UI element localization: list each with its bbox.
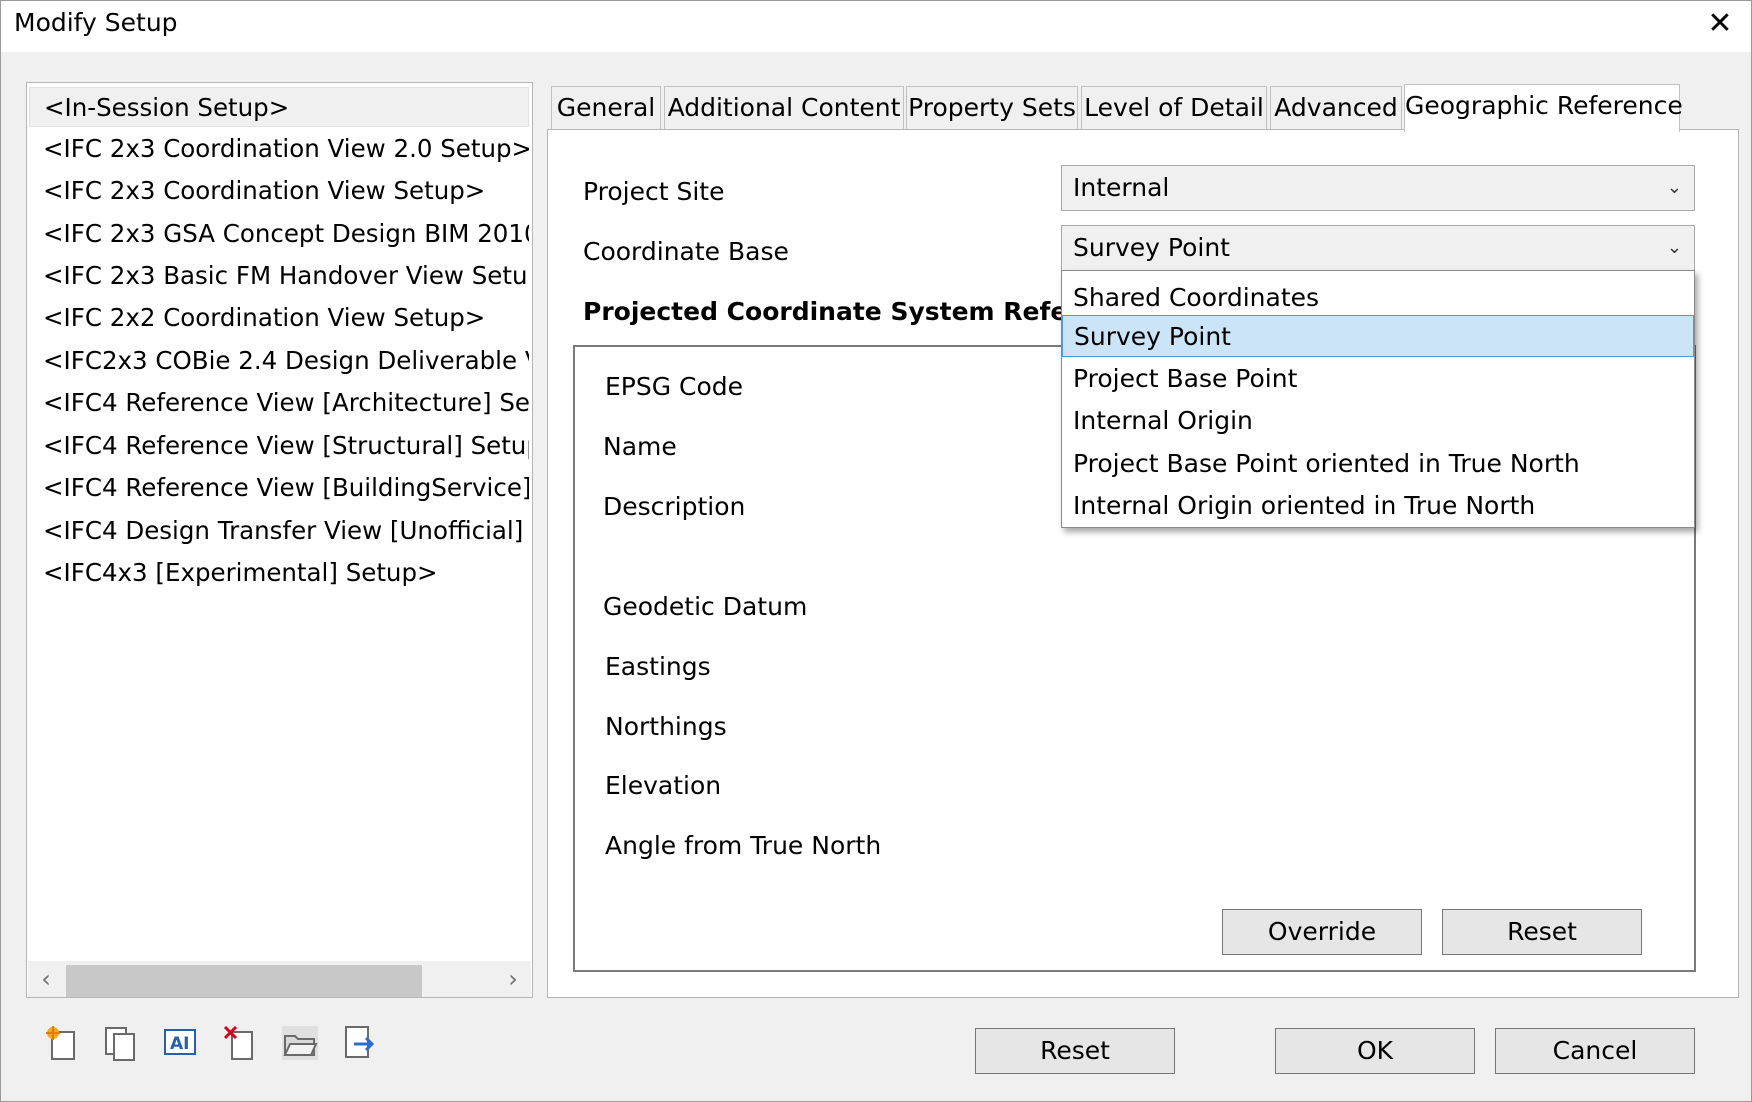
tab-property-sets[interactable]: Property Sets: [906, 86, 1078, 130]
dropdown-option[interactable]: Project Base Point oriented in True Nort…: [1062, 443, 1694, 485]
pcs-reset-button[interactable]: Reset: [1442, 909, 1642, 955]
setup-item[interactable]: <IFC 2x2 Coordination View Setup>: [29, 298, 529, 338]
tab-advanced[interactable]: Advanced: [1270, 86, 1402, 130]
tab-general[interactable]: General: [551, 86, 661, 130]
svg-text:AI: AI: [170, 1034, 189, 1054]
chevron-down-icon: ⌄: [1666, 237, 1682, 258]
dropdown-option[interactable]: Project Base Point: [1062, 358, 1694, 400]
setup-item[interactable]: <IFC2x3 COBie 2.4 Design Deliverable Vie…: [29, 341, 529, 381]
tab-additional-content[interactable]: Additional Content: [664, 86, 904, 130]
setup-item[interactable]: <In-Session Setup>: [29, 87, 529, 127]
setup-item[interactable]: <IFC4 Reference View [Architecture] Setu…: [29, 383, 529, 423]
scroll-left-icon[interactable]: ‹: [28, 961, 64, 997]
epsg-code-label: EPSG Code: [605, 372, 744, 401]
tab-level-of-detail[interactable]: Level of Detail: [1081, 86, 1267, 130]
setup-item[interactable]: <IFC4 Reference View [Structural] Setup>: [29, 426, 529, 466]
coordinate-base-dropdown[interactable]: Shared Coordinates Survey Point Project …: [1061, 270, 1695, 528]
project-site-label: Project Site: [583, 177, 725, 206]
new-setup-icon[interactable]: [44, 1024, 80, 1062]
scroll-right-icon[interactable]: ›: [495, 961, 531, 997]
geodetic-datum-label: Geodetic Datum: [603, 592, 808, 621]
override-button[interactable]: Override: [1222, 909, 1422, 955]
name-label: Name: [603, 432, 677, 461]
delete-setup-icon[interactable]: [222, 1024, 258, 1062]
coordinate-base-label: Coordinate Base: [583, 237, 789, 266]
setup-item[interactable]: <IFC4x3 [Experimental] Setup>: [29, 553, 529, 593]
reset-button[interactable]: Reset: [975, 1028, 1175, 1074]
window-title: Modify Setup: [14, 8, 178, 37]
coordinate-base-select[interactable]: Survey Point ⌄: [1061, 225, 1695, 271]
horizontal-scrollbar[interactable]: ‹ ›: [28, 961, 531, 997]
dropdown-option[interactable]: Internal Origin oriented in True North: [1062, 485, 1694, 527]
angle-from-true-north-label: Angle from True North: [605, 831, 882, 860]
northings-label: Northings: [605, 712, 727, 741]
setup-item[interactable]: <IFC4 Reference View [BuildingService] S…: [29, 468, 529, 508]
ok-button[interactable]: OK: [1275, 1028, 1475, 1074]
eastings-label: Eastings: [605, 652, 711, 681]
coordinate-base-value: Survey Point: [1073, 233, 1230, 262]
dropdown-option-selected[interactable]: Survey Point: [1062, 315, 1694, 357]
description-label: Description: [603, 492, 746, 521]
rename-setup-icon[interactable]: AI: [162, 1024, 198, 1062]
scrollbar-thumb[interactable]: [66, 965, 422, 997]
close-icon[interactable]: ✕: [1702, 6, 1738, 42]
setup-item[interactable]: <IFC 2x3 Coordination View Setup>: [29, 171, 529, 211]
cancel-button[interactable]: Cancel: [1495, 1028, 1695, 1074]
project-site-value: Internal: [1073, 173, 1170, 202]
export-setup-icon[interactable]: [342, 1024, 378, 1062]
dropdown-option[interactable]: Internal Origin: [1062, 400, 1694, 442]
setup-item[interactable]: <IFC 2x3 Coordination View 2.0 Setup>: [29, 129, 529, 169]
setup-item[interactable]: <IFC4 Design Transfer View [Unofficial] …: [29, 511, 529, 551]
project-site-select[interactable]: Internal ⌄: [1061, 165, 1695, 211]
tab-geographic-reference[interactable]: Geographic Reference: [1404, 84, 1683, 132]
title-bar: [0, 0, 1752, 52]
setup-item[interactable]: <IFC 2x3 GSA Concept Design BIM 2010 Set…: [29, 214, 529, 254]
elevation-label: Elevation: [605, 771, 722, 800]
chevron-down-icon: ⌄: [1666, 177, 1682, 198]
import-setup-icon[interactable]: [282, 1024, 318, 1062]
duplicate-setup-icon[interactable]: [102, 1024, 138, 1062]
setup-item[interactable]: <IFC 2x3 Basic FM Handover View Setup>: [29, 256, 529, 296]
setup-list[interactable]: <In-Session Setup> <IFC 2x3 Coordination…: [26, 82, 533, 998]
dropdown-option[interactable]: Shared Coordinates: [1062, 277, 1694, 319]
